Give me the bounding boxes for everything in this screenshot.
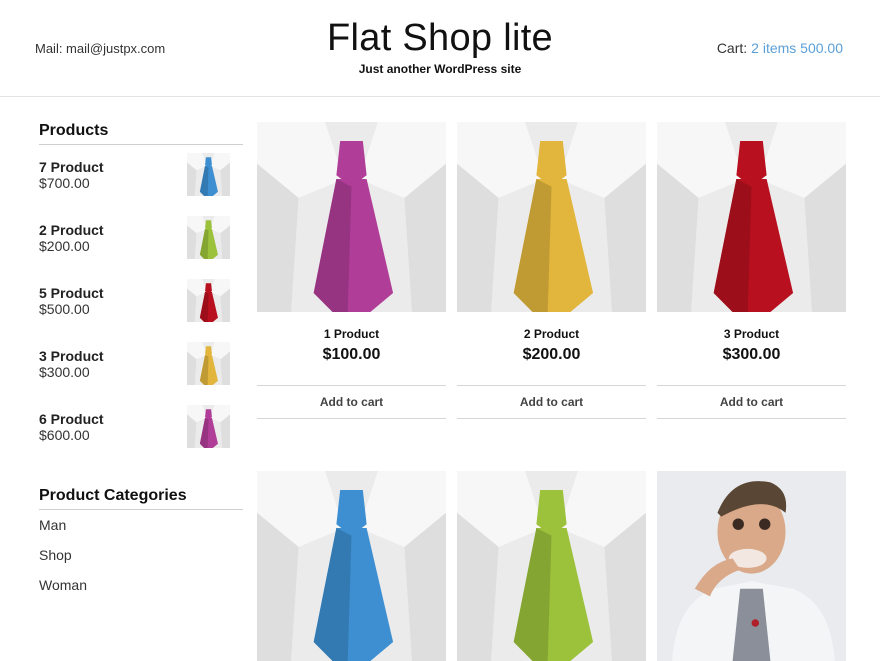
product-image[interactable] [657, 122, 846, 312]
product-title[interactable]: 2 Product [457, 327, 646, 341]
category-link-woman[interactable]: Woman [39, 570, 243, 600]
product-card: 2 Product $200.00 Add to cart [457, 122, 646, 419]
cart-link[interactable]: 2 items 500.00 [751, 40, 843, 56]
product-thumbnail[interactable] [187, 216, 230, 259]
product-card: 3 Product $300.00 Add to cart [657, 122, 846, 419]
sidebar-product-price: $200.00 [39, 238, 90, 254]
site-header: Mail: mail@justpx.com Flat Shop lite Jus… [0, 0, 880, 97]
product-card [457, 471, 646, 661]
tie-image [187, 342, 230, 385]
sidebar-product-price: $700.00 [39, 175, 90, 191]
sidebar-product[interactable]: 6 Product $600.00 [39, 405, 243, 468]
site-tagline: Just another WordPress site [358, 62, 522, 76]
sidebar-product-list: 7 Product $700.00 2 Product $200.00 5 Pr… [39, 153, 243, 468]
product-card: 1 Product $100.00 Add to cart [257, 122, 446, 419]
tie-image [187, 405, 230, 448]
product-thumbnail[interactable] [187, 342, 230, 385]
products-widget-title: Products [39, 122, 243, 145]
product-image[interactable] [257, 122, 446, 312]
sidebar-product-price: $300.00 [39, 364, 90, 380]
product-title[interactable]: 3 Product [657, 327, 846, 341]
tie-image [657, 122, 846, 312]
add-to-cart-button[interactable]: Add to cart [257, 385, 446, 419]
product-price: $200.00 [522, 346, 581, 363]
sidebar-product-price: $600.00 [39, 427, 90, 443]
sidebar-product[interactable]: 7 Product $700.00 [39, 153, 243, 216]
sidebar-products-widget: Products 7 Product $700.00 2 Product $20… [39, 122, 243, 468]
product-image[interactable] [457, 471, 646, 661]
tie-image [257, 122, 446, 312]
cart-label: Cart: [716, 40, 748, 56]
tie-image [187, 216, 230, 259]
man-eating-photo [657, 471, 846, 661]
tie-image [187, 153, 230, 196]
product-thumbnail[interactable] [187, 153, 230, 196]
tie-image [187, 279, 230, 322]
product-card [257, 471, 446, 661]
product-image[interactable] [257, 471, 446, 661]
sidebar-product[interactable]: 5 Product $500.00 [39, 279, 243, 342]
sidebar-product-name[interactable]: 2 Product [39, 222, 104, 238]
cart-widget: Cart: 2 items 500.00 [717, 40, 843, 56]
categories-widget-title: Product Categories [39, 487, 243, 510]
product-card [657, 471, 846, 661]
sidebar-product-name[interactable]: 6 Product [39, 411, 104, 427]
add-to-cart-button[interactable]: Add to cart [457, 385, 646, 419]
product-thumbnail[interactable] [187, 405, 230, 448]
product-title[interactable]: 1 Product [257, 327, 446, 341]
tie-image [457, 471, 646, 661]
add-to-cart-button[interactable]: Add to cart [657, 385, 846, 419]
tie-image [257, 471, 446, 661]
sidebar-product-name[interactable]: 5 Product [39, 285, 104, 301]
product-price: $300.00 [722, 346, 781, 363]
product-thumbnail[interactable] [187, 279, 230, 322]
sidebar-product-price: $500.00 [39, 301, 90, 317]
sidebar-product[interactable]: 3 Product $300.00 [39, 342, 243, 405]
tie-image [457, 122, 646, 312]
sidebar-product-name[interactable]: 7 Product [39, 159, 104, 175]
product-image[interactable] [457, 122, 646, 312]
product-price: $100.00 [322, 346, 381, 363]
category-link-man[interactable]: Man [39, 510, 243, 540]
sidebar-categories-widget: Product Categories Man Shop Woman [39, 487, 243, 600]
sidebar-product[interactable]: 2 Product $200.00 [39, 216, 243, 279]
category-link-shop[interactable]: Shop [39, 540, 243, 570]
sidebar-product-name[interactable]: 3 Product [39, 348, 104, 364]
product-image-man-eating[interactable] [657, 471, 846, 661]
